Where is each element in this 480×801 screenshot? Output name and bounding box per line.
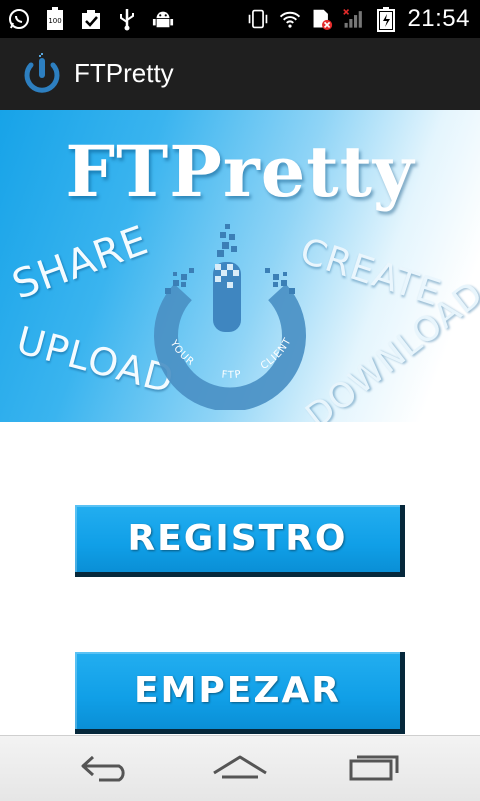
navigation-bar: [0, 735, 480, 801]
empezar-button-label: EMPEZAR: [133, 670, 342, 711]
app-title: FTPretty: [74, 58, 174, 88]
whatsapp-icon: [8, 8, 30, 30]
status-bar: 100 21:54: [0, 0, 480, 38]
usb-icon: [116, 8, 138, 31]
action-bar: FTPretty: [0, 38, 480, 110]
vibrate-icon: [247, 8, 269, 30]
android-debug-icon: [152, 8, 174, 30]
banner-title: FTPretty: [65, 130, 415, 213]
system-icons: 21:54: [247, 0, 470, 38]
clipboard-check-icon: [80, 8, 102, 30]
registro-button[interactable]: REGISTRO: [75, 505, 405, 577]
wifi-icon: [279, 8, 301, 30]
clock-time: 21:54: [407, 5, 470, 32]
back-icon[interactable]: [72, 746, 142, 790]
sim-error-icon: [311, 8, 333, 30]
banner-image: FTPretty SHARE UPLOAD CREATE DOWNLOAD YO…: [0, 110, 480, 422]
svg-text:100: 100: [48, 17, 61, 25]
battery-100-icon: 100: [44, 7, 66, 30]
logo-text-ftp: FTP: [221, 369, 242, 381]
battery-charging-icon: [375, 7, 397, 32]
registro-button-label: REGISTRO: [127, 518, 348, 559]
recent-apps-icon[interactable]: [340, 746, 410, 790]
power-logo-icon: YOUR FTP CLIENT: [154, 224, 306, 410]
ftp-power-logo-icon[interactable]: [20, 52, 64, 96]
signal-off-icon: [343, 8, 365, 30]
banner-word-share: SHARE: [6, 217, 155, 309]
svg-text:FTP: FTP: [221, 369, 242, 381]
empezar-button[interactable]: EMPEZAR: [75, 652, 405, 734]
home-icon[interactable]: [205, 746, 275, 790]
notification-icons: 100: [8, 0, 174, 38]
